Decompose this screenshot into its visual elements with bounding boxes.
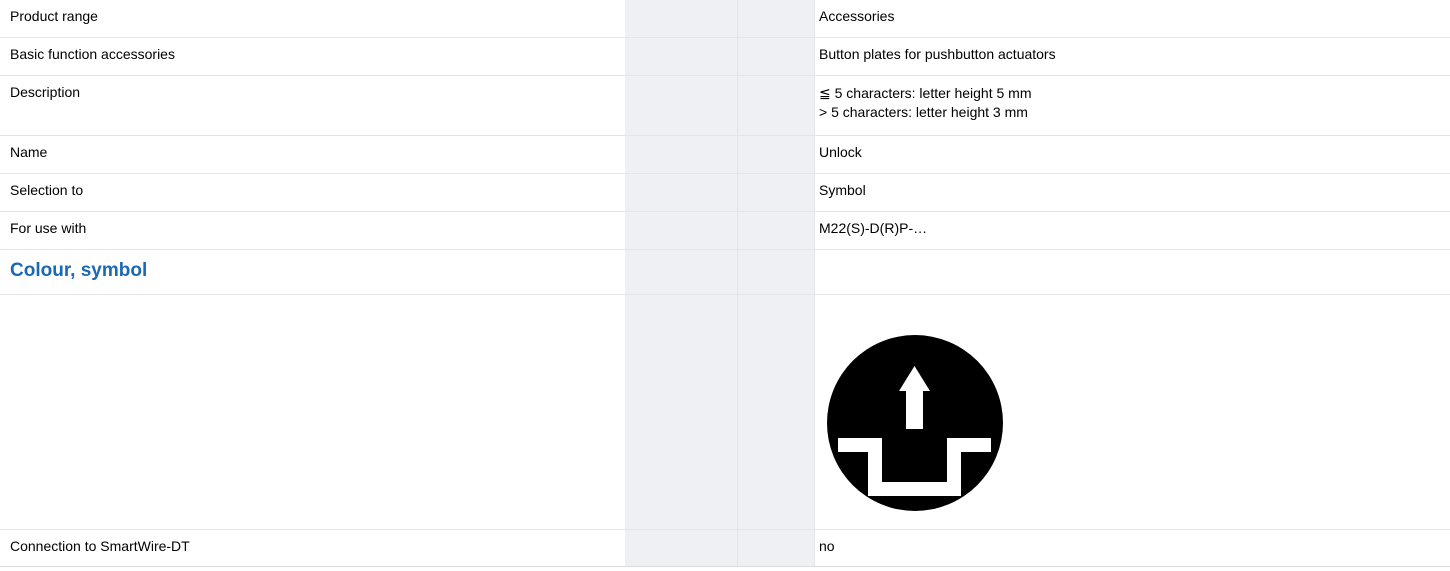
row-label: Selection to (10, 182, 84, 198)
row-selection-to: Selection to Symbol (0, 174, 1450, 212)
row-label: Name (10, 144, 48, 160)
row-label: For use with (10, 220, 87, 236)
row-value: Symbol (814, 174, 1450, 211)
row-product-range: Product range Accessories (0, 0, 1450, 38)
row-basic-function: Basic function accessories Button plates… (0, 38, 1450, 76)
section-header-row: Colour, symbol (0, 250, 1450, 295)
row-value: Button plates for pushbutton actuators (814, 38, 1450, 75)
spacer-column (738, 530, 814, 566)
spacer-column (625, 530, 738, 566)
row-value: Accessories (814, 0, 1450, 37)
description-line-1: ≦ 5 characters: letter height 5 mm (819, 85, 1032, 101)
product-spec-table: Product range Accessories Basic function… (0, 0, 1450, 567)
row-description: Description ≦ 5 characters: letter heigh… (0, 76, 1450, 136)
spacer-column (625, 136, 738, 173)
spacer-column (738, 212, 814, 249)
row-label: Connection to SmartWire-DT (10, 538, 190, 554)
spacer-column (738, 38, 814, 75)
row-name: Name Unlock (0, 136, 1450, 174)
spacer-column (625, 250, 738, 294)
section-title: Colour, symbol (10, 260, 148, 281)
unlock-arrow-symbol-icon (827, 335, 1003, 511)
spacer-column (625, 295, 738, 529)
spacer-column (625, 212, 738, 249)
spacer-column (625, 38, 738, 75)
row-smartwire: Connection to SmartWire-DT no (0, 530, 1450, 567)
symbol-cell (814, 295, 1450, 529)
symbol-image (819, 303, 1446, 516)
spacer-column (738, 174, 814, 211)
row-label: Basic function accessories (10, 46, 175, 62)
spacer-column (625, 76, 738, 135)
spacer-column (738, 136, 814, 173)
row-value: Unlock (814, 136, 1450, 173)
spacer-column (738, 250, 814, 294)
spacer-column (738, 76, 814, 135)
row-value: ≦ 5 characters: letter height 5 mm > 5 c… (814, 76, 1450, 135)
row-value: no (814, 530, 1450, 566)
row-symbol (0, 295, 1450, 530)
row-label: Description (10, 84, 81, 100)
row-value: M22(S)-D(R)P-… (814, 212, 1450, 249)
row-value-empty (814, 250, 1450, 294)
spacer-column (738, 295, 814, 529)
row-label-empty (0, 295, 625, 529)
description-line-2: > 5 characters: letter height 3 mm (819, 104, 1028, 120)
spacer-column (625, 0, 738, 37)
spacer-column (625, 174, 738, 211)
row-label: Product range (10, 8, 98, 24)
spacer-column (738, 0, 814, 37)
row-for-use-with: For use with M22(S)-D(R)P-… (0, 212, 1450, 250)
